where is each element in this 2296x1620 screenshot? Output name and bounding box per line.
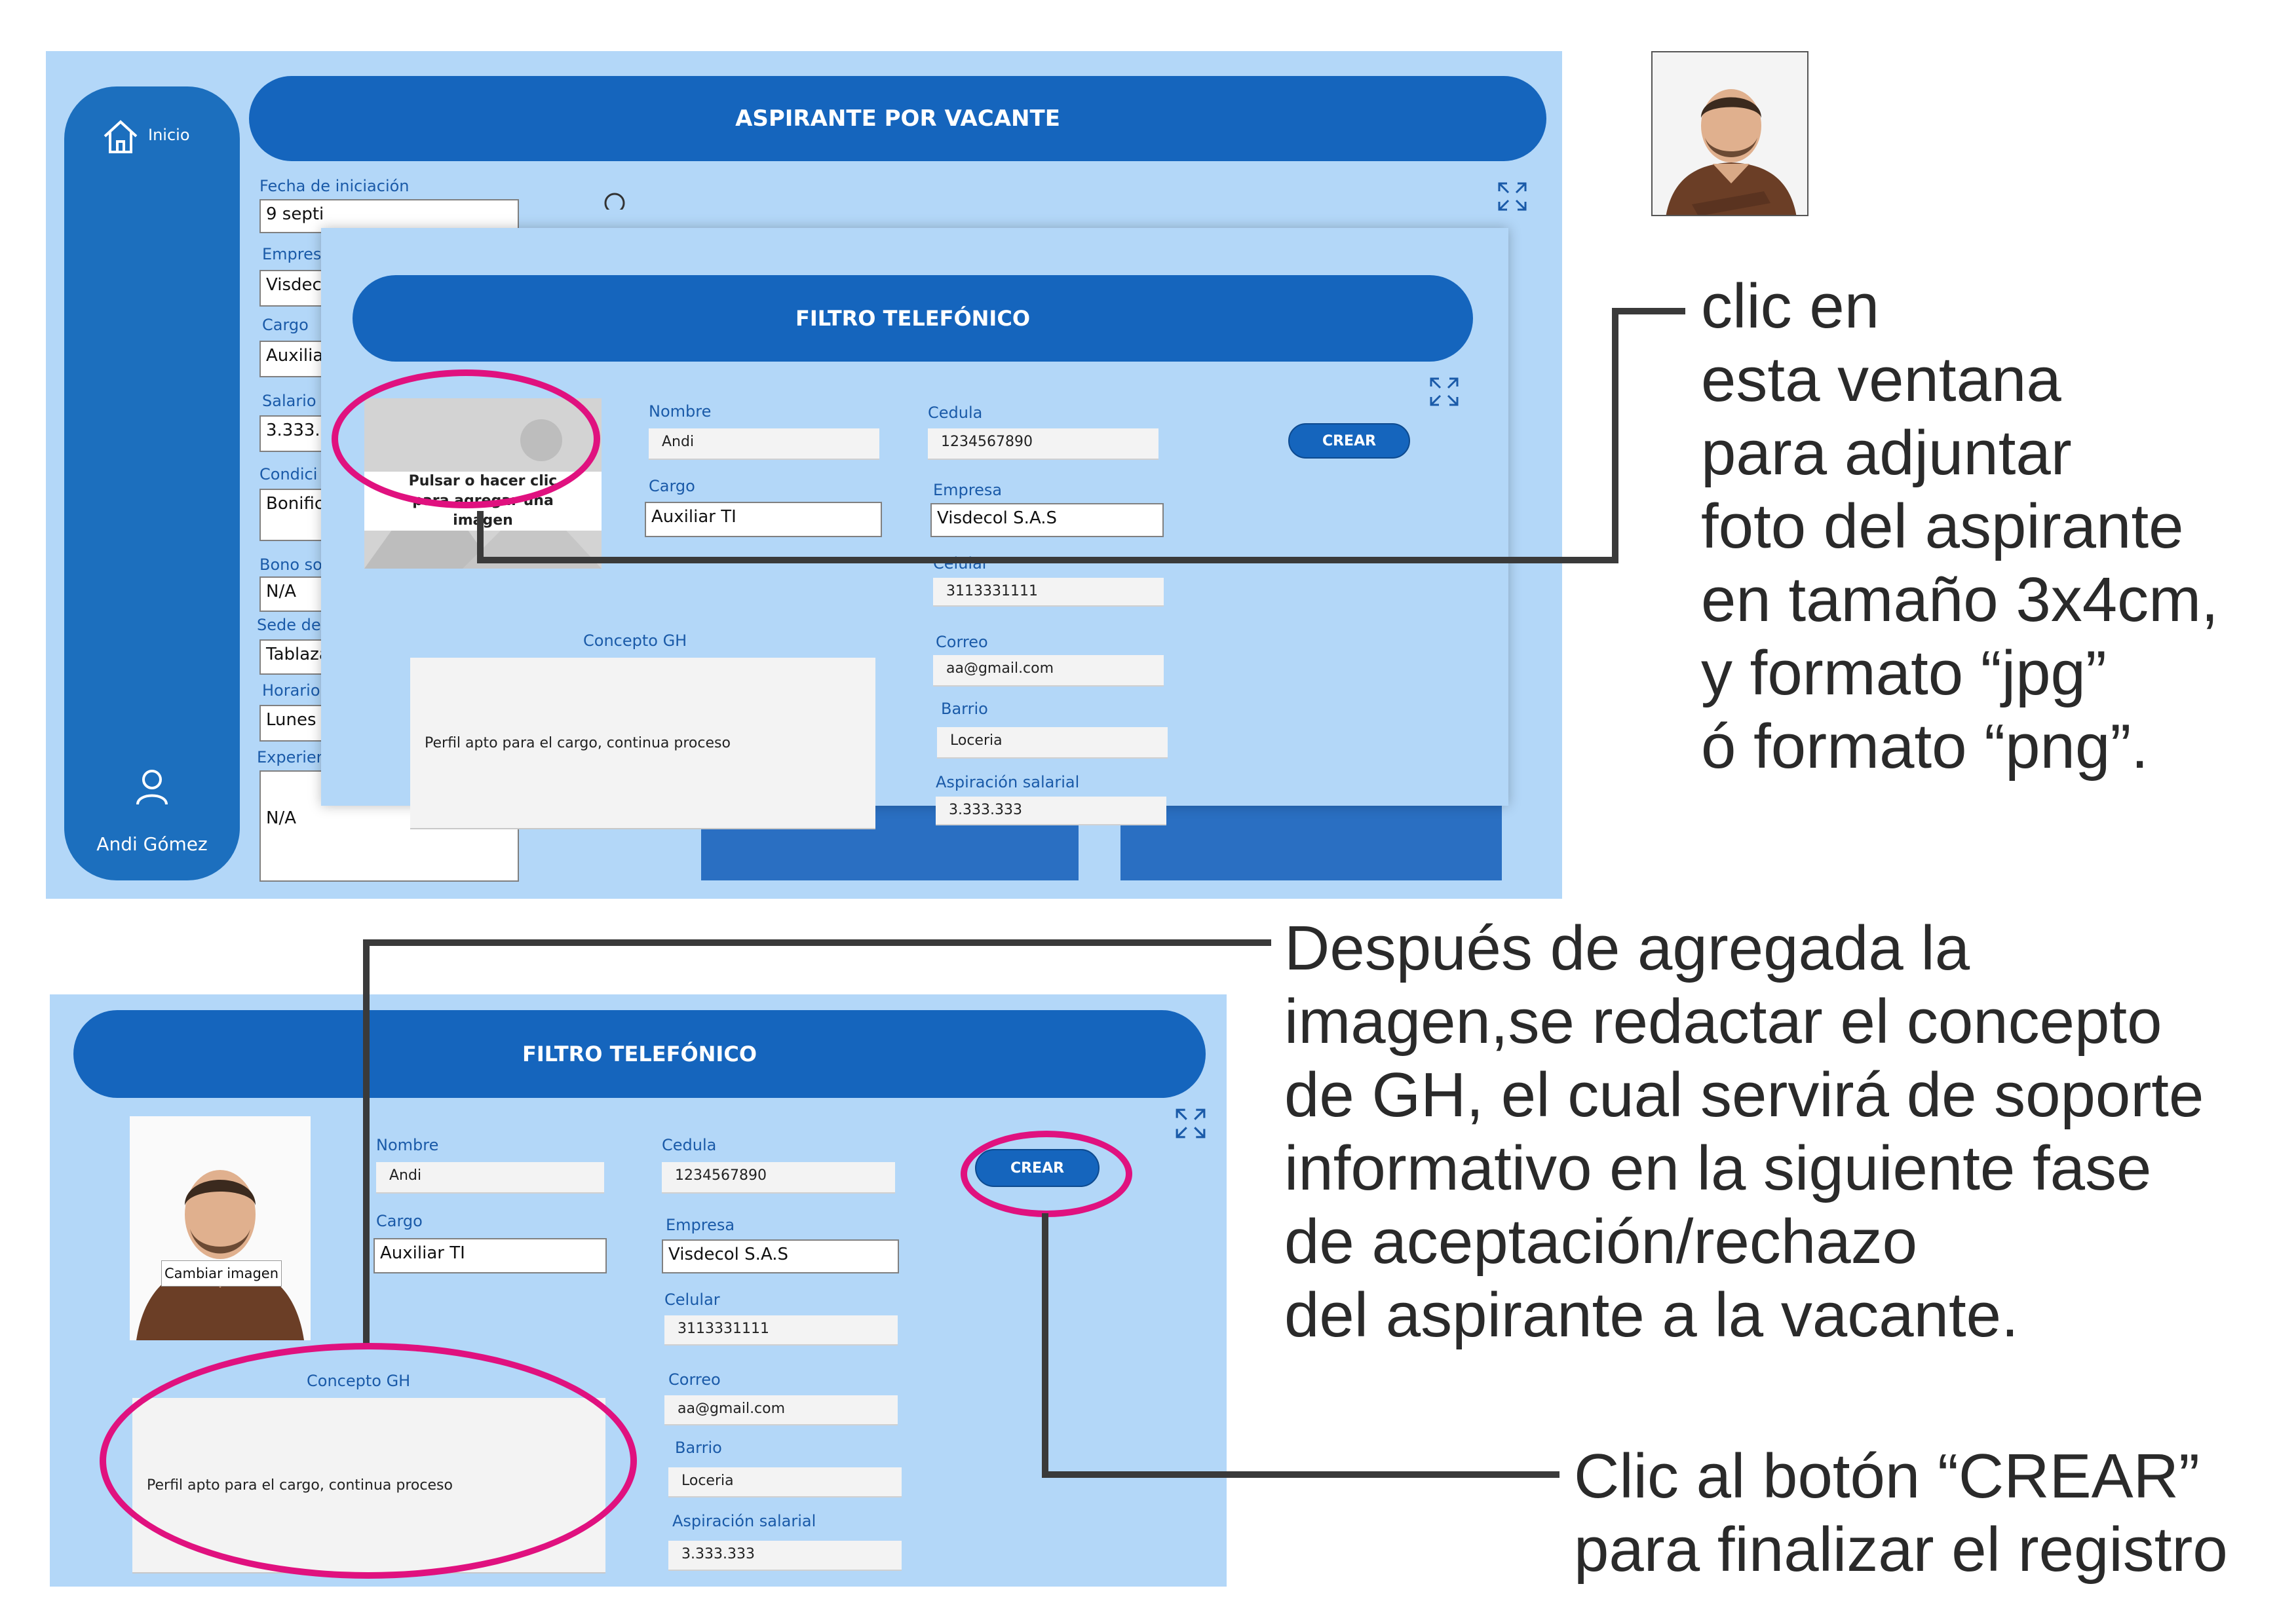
empresa-label: Empresa <box>933 481 1003 499</box>
connector-line <box>1612 308 1618 563</box>
connector-line <box>1042 1213 1048 1478</box>
celular-label: Celular <box>664 1290 720 1309</box>
page-title: ASPIRANTE POR VACANTE <box>735 105 1060 132</box>
modal-title: FILTRO TELEFÓNICO <box>795 306 1031 331</box>
highlight-ellipse <box>961 1131 1132 1217</box>
aspiracion-field[interactable]: 3.333.333 <box>668 1541 902 1571</box>
correo-field[interactable]: aa@gmail.com <box>933 655 1164 687</box>
barrio-label: Barrio <box>675 1439 722 1457</box>
connector-line <box>363 939 370 1346</box>
empresa-field[interactable]: Visdecol S.A.S <box>930 503 1164 537</box>
concepto-textarea[interactable]: Perfil apto para el cargo, continua proc… <box>410 658 875 829</box>
celular-field[interactable]: 3113331111 <box>664 1315 898 1346</box>
empresa-field[interactable]: Visdecol S.A.S <box>662 1239 899 1273</box>
barrio-field[interactable]: Loceria <box>668 1467 902 1498</box>
annotation-note-2: Después de agregada la imagen,se redacta… <box>1284 913 2204 1350</box>
candidate-photo <box>1651 51 1808 216</box>
annotation-note-3: Clic al botón “CREAR” para finalizar el … <box>1574 1441 2228 1585</box>
cargo-label: Cargo <box>376 1212 423 1230</box>
annotation-note-1: clic en esta ventana para adjuntar foto … <box>1701 271 2219 782</box>
cargo-field[interactable]: Auxiliar TI <box>645 502 882 537</box>
crear-button[interactable]: CREAR <box>1288 423 1410 459</box>
barrio-field[interactable]: Loceria <box>937 727 1168 759</box>
person-photo-icon <box>1653 52 1807 215</box>
correo-label: Correo <box>668 1370 721 1389</box>
empresa-label: Empres <box>262 245 322 263</box>
fecha-label: Fecha de iniciación <box>259 177 410 195</box>
cedula-label: Cedula <box>928 404 983 422</box>
cedula-field[interactable]: 1234567890 <box>662 1162 895 1194</box>
sede-label: Sede de <box>257 616 321 634</box>
nombre-field[interactable]: Andi <box>376 1162 604 1194</box>
modal-header: FILTRO TELEFÓNICO <box>353 275 1473 362</box>
cedula-field[interactable]: 1234567890 <box>928 428 1158 460</box>
connector-line <box>1612 308 1685 314</box>
person-photo-icon <box>130 1116 311 1340</box>
correo-label: Correo <box>936 633 988 651</box>
connector-line <box>477 557 1618 563</box>
page-header: ASPIRANTE POR VACANTE <box>249 76 1546 161</box>
uploaded-photo[interactable]: Cambiar imagen <box>130 1116 311 1340</box>
user-name[interactable]: Andi Gómez <box>64 833 240 855</box>
barrio-label: Barrio <box>941 700 988 718</box>
correo-field[interactable]: aa@gmail.com <box>664 1395 898 1425</box>
home-label: Inicio <box>148 126 190 144</box>
cargo-label: Cargo <box>649 477 695 495</box>
bono-label: Bono so <box>259 556 322 574</box>
connector-line <box>477 511 484 563</box>
nombre-label: Nombre <box>649 402 712 421</box>
highlight-ellipse <box>100 1343 637 1579</box>
horario-label: Horario <box>262 681 320 700</box>
experiencia-label: Experien <box>257 748 326 766</box>
expand-icon[interactable] <box>1428 376 1460 407</box>
change-image-button[interactable]: Cambiar imagen <box>161 1260 282 1287</box>
home-nav[interactable]: Inicio <box>101 113 219 159</box>
cargo-field[interactable]: Auxiliar TI <box>373 1238 607 1273</box>
expand-icon[interactable] <box>1497 181 1528 212</box>
concepto-label: Concepto GH <box>583 631 687 650</box>
filtro-modal: FILTRO TELEFÓNICO Pulsar o hacer clic pa… <box>321 228 1508 829</box>
user-icon <box>136 770 168 805</box>
nombre-label: Nombre <box>376 1136 439 1154</box>
top-screen: Inicio Andi Gómez ASPIRANTE POR VACANTE … <box>46 51 1562 899</box>
aspiracion-field[interactable]: 3.333.333 <box>936 797 1166 825</box>
condicion-label: Condici <box>259 465 318 483</box>
connector-line <box>1042 1471 1559 1478</box>
salario-label: Salario <box>262 392 316 410</box>
bottom-header: FILTRO TELEFÓNICO <box>73 1010 1206 1098</box>
expand-icon[interactable] <box>1174 1107 1207 1140</box>
home-icon <box>104 120 138 153</box>
cedula-label: Cedula <box>662 1136 717 1154</box>
empresa-label: Empresa <box>666 1216 735 1234</box>
connector-line <box>363 939 1271 946</box>
bottom-title: FILTRO TELEFÓNICO <box>522 1042 757 1066</box>
nombre-field[interactable]: Andi <box>649 428 879 460</box>
celular-field[interactable]: 3113331111 <box>933 578 1164 607</box>
highlight-ellipse <box>332 369 600 508</box>
cargo-label: Cargo <box>262 316 309 334</box>
aspiracion-label: Aspiración salarial <box>672 1512 816 1530</box>
sidebar: Inicio Andi Gómez <box>64 86 240 880</box>
search-icon[interactable] <box>602 190 628 210</box>
aspiracion-label: Aspiración salarial <box>936 773 1080 791</box>
